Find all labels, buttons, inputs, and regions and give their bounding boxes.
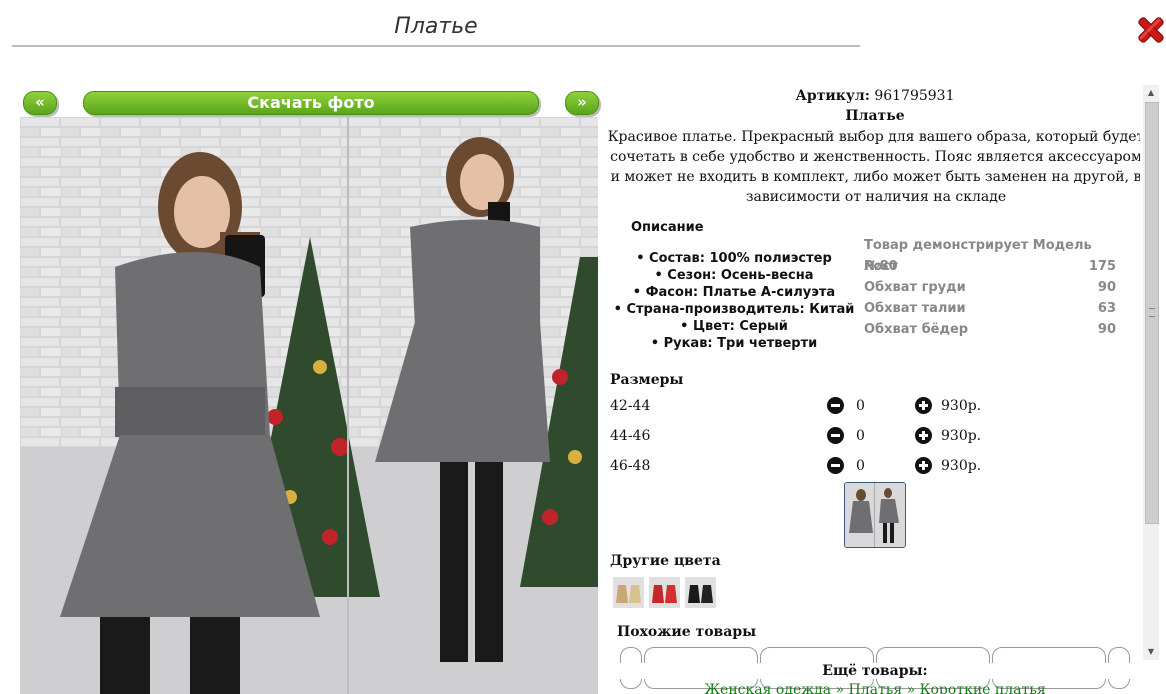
- minus-icon[interactable]: [827, 427, 844, 444]
- size-price: 930р.: [941, 398, 982, 414]
- model-row: Обхват бёдер 90: [864, 319, 1116, 340]
- minus-icon[interactable]: [827, 457, 844, 474]
- size-qty: 0: [856, 398, 865, 414]
- spec-item: Фасон: Платье А-силуэта: [600, 284, 868, 301]
- model-row: Рост 175: [864, 256, 1116, 277]
- spec-item: Страна-производитель: Китай: [600, 301, 868, 318]
- model-label: Рост: [864, 259, 898, 274]
- plus-icon[interactable]: [915, 397, 932, 414]
- window-title: Платье: [394, 14, 478, 39]
- specs-heading: Описание: [631, 220, 704, 235]
- breadcrumb-separator: »: [831, 682, 849, 694]
- scroll-up-arrow-icon[interactable]: ▲: [1143, 85, 1159, 101]
- size-qty: 0: [856, 428, 865, 444]
- color-variant-thumb[interactable]: [613, 577, 644, 608]
- similar-heading: Похожие товары: [617, 624, 757, 640]
- plus-icon[interactable]: [915, 427, 932, 444]
- size-label: 44-46: [610, 428, 651, 444]
- breadcrumb-link[interactable]: Женская одежда: [704, 682, 831, 694]
- prev-photo-button[interactable]: «: [23, 91, 57, 115]
- product-photo[interactable]: [20, 117, 598, 694]
- size-row: 44-46 0 930р.: [610, 425, 1010, 447]
- model-label: Обхват бёдер: [864, 322, 969, 337]
- model-row: Обхват груди 90: [864, 277, 1116, 298]
- model-value: 175: [1088, 259, 1116, 274]
- product-details: Артикул: 961795931 Платье Красивое плать…: [600, 85, 1140, 694]
- spec-item: Сезон: Осень-весна: [600, 267, 868, 284]
- spec-item: Цвет: Серый: [600, 318, 868, 335]
- article: Артикул: 961795931: [600, 88, 1140, 104]
- minus-icon[interactable]: [827, 397, 844, 414]
- size-price: 930р.: [941, 458, 982, 474]
- color-variant-thumb[interactable]: [649, 577, 680, 608]
- model-measurements: Товар демонстрирует Модель №80 Рост 175 О…: [864, 235, 1116, 340]
- article-value: 961795931: [874, 88, 955, 104]
- product-description: Красивое платье. Прекрасный выбор для ва…: [607, 129, 1140, 205]
- plus-icon[interactable]: [915, 457, 932, 474]
- specs-list: Состав: 100% полиэстер Сезон: Осень-весн…: [600, 250, 868, 352]
- size-label: 42-44: [610, 398, 651, 414]
- scroll-thumb[interactable]: [1145, 102, 1159, 524]
- model-row: Обхват талии 63: [864, 298, 1116, 319]
- sizes-heading: Размеры: [610, 372, 684, 388]
- model-value: 63: [1097, 301, 1116, 316]
- size-label: 46-48: [610, 458, 651, 474]
- size-row: 42-44 0 930р.: [610, 395, 1010, 417]
- more-heading: Ещё товары:: [600, 663, 1140, 679]
- model-label: Обхват груди: [864, 280, 966, 295]
- article-label: Артикул:: [795, 88, 870, 104]
- download-photo-button[interactable]: Скачать фото: [83, 91, 539, 115]
- model-label: Товар демонстрирует Модель №80: [864, 238, 1092, 274]
- title-divider: [12, 45, 860, 47]
- product-name: Платье: [845, 108, 905, 124]
- model-row: Товар демонстрирует Модель №80: [864, 235, 1116, 274]
- spec-item: Рукав: Три четверти: [600, 335, 868, 352]
- size-row: 46-48 0 930р.: [610, 455, 1010, 477]
- size-price: 930р.: [941, 428, 982, 444]
- model-value: 90: [1097, 280, 1116, 295]
- grip-icon: [1149, 308, 1155, 317]
- scroll-down-arrow-icon[interactable]: ▼: [1143, 644, 1159, 660]
- details-scrollbar[interactable]: ▲ ▼: [1143, 85, 1159, 660]
- model-label: Обхват талии: [864, 301, 966, 316]
- close-icon[interactable]: [1135, 14, 1166, 46]
- size-qty: 0: [856, 458, 865, 474]
- product-thumbnail[interactable]: [844, 482, 906, 548]
- next-photo-button[interactable]: »: [565, 91, 599, 115]
- other-colors-heading: Другие цвета: [610, 553, 721, 569]
- breadcrumb: Женская одежда » Платья » Короткие плать…: [600, 682, 1140, 694]
- breadcrumb-separator: »: [902, 682, 920, 694]
- spec-item: Состав: 100% полиэстер: [600, 250, 868, 267]
- color-variant-thumb[interactable]: [685, 577, 716, 608]
- breadcrumb-link[interactable]: Платья: [849, 682, 903, 694]
- model-value: 90: [1097, 322, 1116, 337]
- breadcrumb-link[interactable]: Короткие платья: [920, 682, 1046, 694]
